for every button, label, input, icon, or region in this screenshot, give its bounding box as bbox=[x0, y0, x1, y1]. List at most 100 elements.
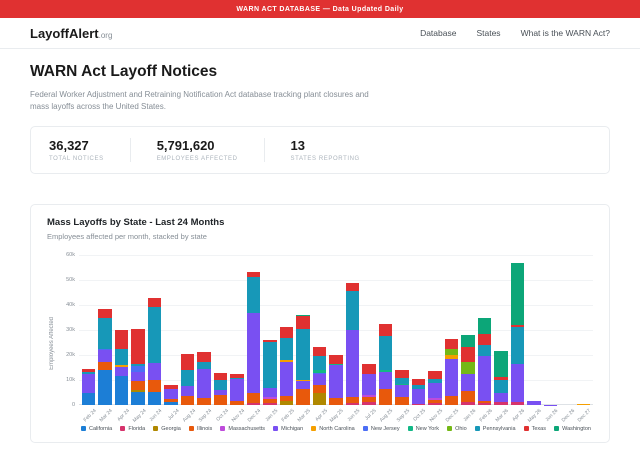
bar-segment[interactable] bbox=[147, 379, 162, 393]
bar-segment[interactable] bbox=[180, 396, 195, 405]
bar-segment[interactable] bbox=[279, 338, 294, 361]
bar-segment[interactable] bbox=[461, 346, 475, 362]
bar-column[interactable] bbox=[213, 373, 228, 405]
bar-column[interactable] bbox=[131, 328, 145, 405]
legend-item[interactable]: Michigan bbox=[273, 426, 303, 432]
bar-segment[interactable] bbox=[114, 349, 129, 366]
bar-segment[interactable] bbox=[296, 389, 310, 405]
bar-column[interactable] bbox=[395, 369, 409, 405]
bar-segment[interactable] bbox=[147, 392, 162, 405]
bar-segment[interactable] bbox=[461, 361, 475, 374]
bar-column[interactable] bbox=[378, 323, 393, 405]
bar-segment[interactable] bbox=[345, 290, 360, 331]
bar-segment[interactable] bbox=[147, 362, 162, 380]
bar-segment[interactable] bbox=[98, 318, 112, 349]
bar-column[interactable] bbox=[147, 298, 162, 405]
bar-segment[interactable] bbox=[131, 391, 145, 405]
bar-column[interactable] bbox=[230, 374, 244, 405]
bar-segment[interactable] bbox=[395, 396, 409, 405]
bar-segment[interactable] bbox=[494, 350, 508, 378]
bar-column[interactable] bbox=[164, 384, 178, 405]
bar-segment[interactable] bbox=[477, 356, 492, 402]
bar-segment[interactable] bbox=[477, 344, 492, 357]
legend-item[interactable]: Massachusetts bbox=[220, 426, 265, 432]
nav-link-states[interactable]: States bbox=[476, 28, 500, 38]
bar-segment[interactable] bbox=[197, 368, 211, 399]
bar-column[interactable] bbox=[246, 271, 261, 405]
bar-segment[interactable] bbox=[180, 369, 195, 387]
bar-segment[interactable] bbox=[444, 395, 459, 405]
bar-column[interactable] bbox=[494, 350, 508, 405]
bar-segment[interactable] bbox=[296, 381, 310, 390]
bar-segment[interactable] bbox=[230, 379, 244, 402]
legend-item[interactable]: Georgia bbox=[153, 426, 181, 432]
bar-column[interactable] bbox=[296, 314, 310, 405]
bar-segment[interactable] bbox=[98, 370, 112, 405]
bar-segment[interactable] bbox=[131, 371, 145, 382]
bar-segment[interactable] bbox=[312, 347, 327, 357]
bar-segment[interactable] bbox=[82, 373, 96, 394]
legend-item[interactable]: New Jersey bbox=[362, 426, 400, 432]
bar-segment[interactable] bbox=[82, 393, 96, 405]
bar-segment[interactable] bbox=[147, 298, 162, 308]
bar-column[interactable] bbox=[362, 363, 376, 405]
bar-segment[interactable] bbox=[510, 263, 525, 326]
bar-segment[interactable] bbox=[312, 374, 327, 386]
bar-segment[interactable] bbox=[98, 350, 112, 362]
bar-segment[interactable] bbox=[345, 282, 360, 291]
nav-link-database[interactable]: Database bbox=[420, 28, 456, 38]
bar-segment[interactable] bbox=[213, 394, 228, 405]
bar-segment[interactable] bbox=[312, 356, 327, 370]
bar-segment[interactable] bbox=[180, 353, 195, 370]
bar-segment[interactable] bbox=[312, 385, 327, 394]
bar-segment[interactable] bbox=[279, 326, 294, 339]
bar-column[interactable] bbox=[114, 329, 129, 405]
bar-column[interactable] bbox=[411, 378, 426, 405]
bar-column[interactable] bbox=[461, 334, 475, 405]
bar-segment[interactable] bbox=[378, 335, 393, 371]
legend-item[interactable]: Ohio bbox=[447, 426, 467, 432]
bar-segment[interactable] bbox=[345, 330, 360, 398]
bar-segment[interactable] bbox=[362, 373, 376, 396]
bar-column[interactable] bbox=[98, 308, 112, 405]
bar-segment[interactable] bbox=[329, 354, 343, 364]
bar-segment[interactable] bbox=[147, 307, 162, 363]
bar-segment[interactable] bbox=[411, 389, 426, 404]
legend-item[interactable]: New York bbox=[407, 426, 439, 432]
bar-segment[interactable] bbox=[98, 361, 112, 371]
bar-segment[interactable] bbox=[246, 277, 261, 313]
bar-segment[interactable] bbox=[494, 379, 508, 393]
bar-segment[interactable] bbox=[263, 388, 277, 398]
bar-column[interactable] bbox=[510, 263, 525, 405]
bar-segment[interactable] bbox=[296, 315, 310, 330]
bar-segment[interactable] bbox=[510, 364, 525, 403]
site-logo[interactable]: LayoffAlert.org bbox=[30, 26, 112, 41]
bar-column[interactable] bbox=[180, 353, 195, 405]
legend-item[interactable]: North Carolina bbox=[311, 426, 355, 432]
legend-item[interactable]: Washington bbox=[554, 426, 591, 432]
bar-segment[interactable] bbox=[296, 329, 310, 381]
bar-column[interactable] bbox=[477, 318, 492, 405]
bar-segment[interactable] bbox=[246, 392, 261, 403]
bar-segment[interactable] bbox=[378, 372, 393, 390]
legend-item[interactable]: Pennsylvania bbox=[474, 426, 516, 432]
bar-segment[interactable] bbox=[461, 373, 475, 392]
bar-segment[interactable] bbox=[510, 326, 525, 365]
bar-segment[interactable] bbox=[477, 333, 492, 345]
bar-column[interactable] bbox=[263, 339, 277, 405]
bar-segment[interactable] bbox=[312, 393, 327, 405]
bar-segment[interactable] bbox=[329, 365, 343, 398]
legend-item[interactable]: Illinois bbox=[188, 426, 212, 432]
bar-segment[interactable] bbox=[395, 385, 409, 397]
bar-segment[interactable] bbox=[263, 341, 277, 389]
bar-segment[interactable] bbox=[378, 389, 393, 405]
bar-segment[interactable] bbox=[461, 391, 475, 403]
bar-segment[interactable] bbox=[131, 328, 145, 365]
bar-column[interactable] bbox=[428, 370, 442, 405]
legend-item[interactable]: California bbox=[81, 426, 112, 432]
bar-segment[interactable] bbox=[164, 388, 178, 400]
bar-column[interactable] bbox=[444, 339, 459, 405]
bar-segment[interactable] bbox=[461, 334, 475, 347]
bar-segment[interactable] bbox=[362, 363, 376, 374]
bar-segment[interactable] bbox=[114, 329, 129, 350]
